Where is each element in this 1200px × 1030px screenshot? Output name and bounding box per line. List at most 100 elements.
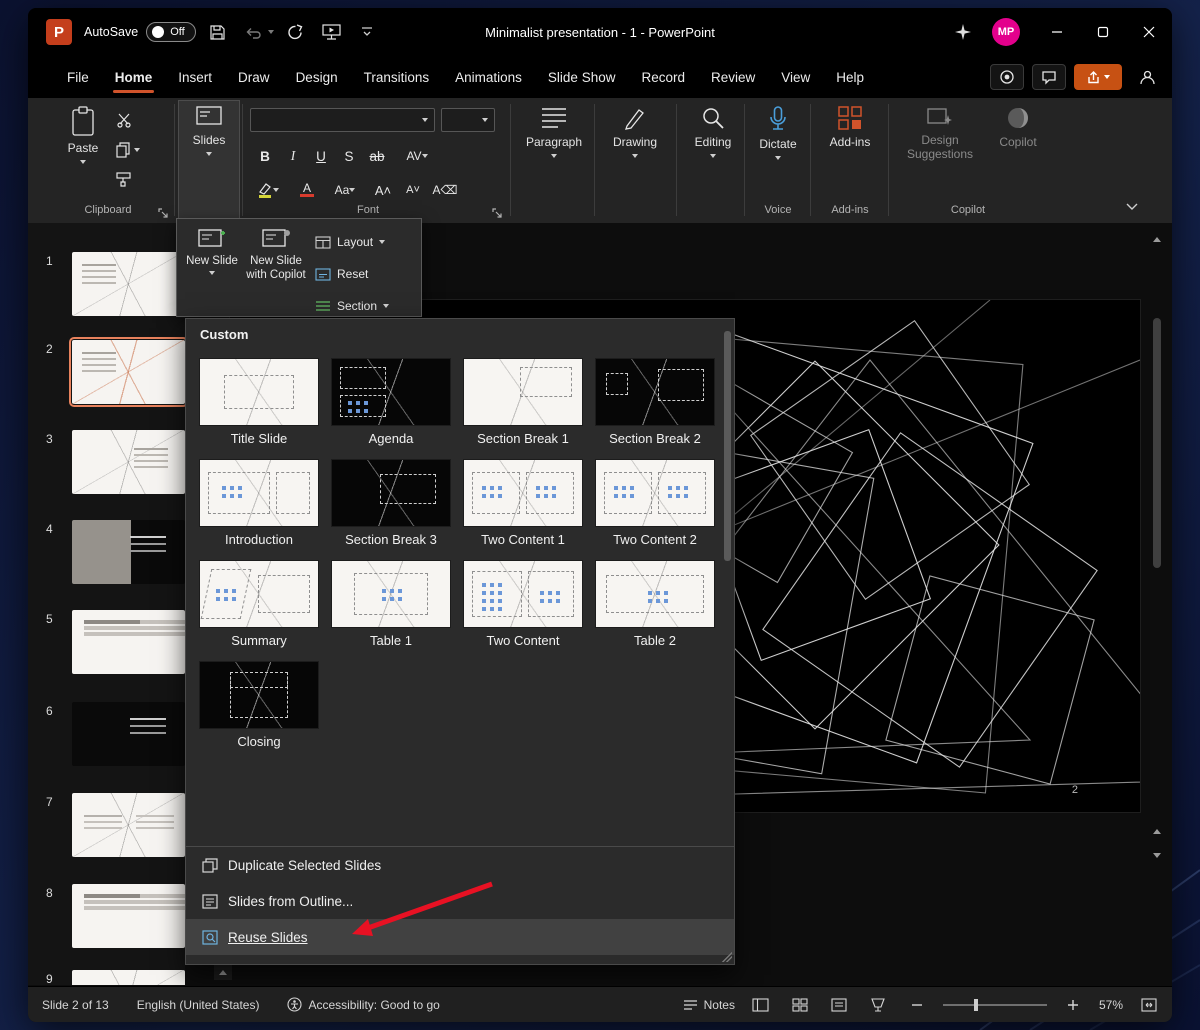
thumbnail-scroll-down-button[interactable] bbox=[214, 964, 232, 980]
accessibility-checker[interactable]: Accessibility: Good to go bbox=[273, 997, 453, 1012]
tab-design[interactable]: Design bbox=[283, 56, 351, 98]
layout-section-break-3[interactable]: Section Break 3 bbox=[332, 460, 450, 547]
tab-animations[interactable]: Animations bbox=[442, 56, 535, 98]
character-spacing-button[interactable]: AV bbox=[400, 144, 434, 168]
slides-from-outline-menuitem[interactable]: Slides from Outline... bbox=[186, 883, 734, 919]
layout-table-1[interactable]: Table 1 bbox=[332, 561, 450, 648]
scroll-up-button[interactable] bbox=[1150, 230, 1164, 248]
strikethrough-button[interactable]: ab bbox=[364, 144, 390, 168]
slide-thumbnail-selected[interactable] bbox=[72, 340, 185, 404]
copilot-button[interactable]: Copilot bbox=[990, 106, 1046, 149]
close-button[interactable] bbox=[1126, 8, 1172, 56]
drawing-button[interactable]: Drawing bbox=[604, 106, 666, 158]
design-suggestions-button[interactable]: Design Suggestions bbox=[900, 106, 980, 162]
presenter-coach-button[interactable] bbox=[1130, 64, 1164, 90]
format-painter-button[interactable] bbox=[116, 172, 132, 187]
font-size-combobox[interactable] bbox=[441, 108, 495, 132]
underline-button[interactable]: U bbox=[308, 144, 334, 168]
vertical-scrollbar[interactable] bbox=[1150, 230, 1164, 930]
share-button[interactable] bbox=[1074, 64, 1122, 90]
change-case-button[interactable]: Aa bbox=[328, 178, 362, 202]
slide-sorter-view-button[interactable] bbox=[787, 993, 813, 1017]
zoom-out-button[interactable] bbox=[904, 993, 930, 1017]
zoom-in-button[interactable] bbox=[1060, 993, 1086, 1017]
gallery-scrollbar[interactable] bbox=[723, 325, 732, 840]
highlight-color-button[interactable] bbox=[252, 178, 284, 202]
slide-thumbnail[interactable] bbox=[72, 520, 185, 584]
layout-menu-button[interactable]: Layout bbox=[315, 235, 385, 249]
tab-file[interactable]: File bbox=[54, 56, 102, 98]
decrease-font-size-button[interactable]: A˅ bbox=[400, 178, 426, 202]
slide-thumbnail[interactable] bbox=[72, 702, 185, 766]
language-selector[interactable]: English (United States) bbox=[123, 998, 274, 1012]
slide-thumbnail[interactable] bbox=[72, 610, 185, 674]
copy-button[interactable] bbox=[116, 142, 140, 158]
reset-menu-button[interactable]: Reset bbox=[315, 267, 368, 281]
new-slide-with-copilot-button[interactable]: New Slide with Copilot bbox=[243, 227, 309, 283]
layout-two-content-1[interactable]: Two Content 1 bbox=[464, 460, 582, 547]
layout-closing[interactable]: Closing bbox=[200, 662, 318, 749]
layout-agenda[interactable]: Agenda bbox=[332, 359, 450, 446]
comments-button[interactable] bbox=[1032, 64, 1066, 90]
record-button[interactable] bbox=[990, 64, 1024, 90]
editing-button[interactable]: Editing bbox=[684, 106, 742, 158]
slide-thumbnail[interactable] bbox=[72, 793, 185, 857]
layout-two-content[interactable]: Two Content bbox=[464, 561, 582, 648]
start-presentation-button[interactable] bbox=[316, 17, 346, 47]
save-button[interactable] bbox=[202, 17, 232, 47]
layout-title-slide[interactable]: Title Slide bbox=[200, 359, 318, 446]
tab-review[interactable]: Review bbox=[698, 56, 768, 98]
paragraph-button[interactable]: Paragraph bbox=[520, 106, 588, 158]
undo-button[interactable] bbox=[238, 17, 268, 47]
tab-home[interactable]: Home bbox=[102, 56, 166, 98]
maximize-button[interactable] bbox=[1080, 8, 1126, 56]
font-dialog-launcher[interactable] bbox=[492, 206, 503, 224]
clipboard-dialog-launcher[interactable] bbox=[158, 206, 169, 224]
collapse-ribbon-button[interactable] bbox=[1126, 198, 1138, 216]
redo-button[interactable] bbox=[280, 17, 310, 47]
tab-view[interactable]: View bbox=[768, 56, 823, 98]
reuse-slides-menuitem[interactable]: Reuse Slides bbox=[186, 919, 734, 955]
zoom-slider-knob[interactable] bbox=[974, 999, 978, 1011]
cut-button[interactable] bbox=[116, 112, 132, 128]
layout-section-break-2[interactable]: Section Break 2 bbox=[596, 359, 714, 446]
new-slide-button[interactable]: New Slide bbox=[185, 227, 239, 275]
zoom-level[interactable]: 57% bbox=[1099, 998, 1123, 1012]
tab-draw[interactable]: Draw bbox=[225, 56, 283, 98]
bold-button[interactable]: B bbox=[252, 144, 278, 168]
layout-section-break-1[interactable]: Section Break 1 bbox=[464, 359, 582, 446]
dictate-button[interactable]: Dictate bbox=[750, 106, 806, 160]
layout-summary[interactable]: Summary bbox=[200, 561, 318, 648]
search-sparkle-button[interactable] bbox=[948, 17, 978, 47]
layout-table-2[interactable]: Table 2 bbox=[596, 561, 714, 648]
account-avatar[interactable]: MP bbox=[992, 18, 1020, 46]
slide-thumbnail[interactable] bbox=[72, 252, 185, 316]
minimize-button[interactable] bbox=[1034, 8, 1080, 56]
slides-button[interactable]: Slides bbox=[182, 106, 236, 156]
tab-slide-show[interactable]: Slide Show bbox=[535, 56, 629, 98]
powerpoint-logo-icon[interactable]: P bbox=[46, 19, 72, 45]
gallery-resize-grip[interactable] bbox=[722, 952, 732, 962]
increase-font-size-button[interactable]: A˄ bbox=[370, 178, 396, 202]
slide-thumbnail[interactable] bbox=[72, 970, 185, 985]
paste-button[interactable]: Paste bbox=[58, 106, 108, 164]
normal-view-button[interactable] bbox=[748, 993, 774, 1017]
duplicate-selected-slides-menuitem[interactable]: Duplicate Selected Slides bbox=[186, 847, 734, 883]
slide-counter[interactable]: Slide 2 of 13 bbox=[28, 998, 123, 1012]
font-color-button[interactable]: A bbox=[292, 178, 322, 202]
addins-button[interactable]: Add-ins bbox=[818, 106, 882, 149]
tab-insert[interactable]: Insert bbox=[165, 56, 225, 98]
font-name-combobox[interactable] bbox=[250, 108, 435, 132]
layout-introduction[interactable]: Introduction bbox=[200, 460, 318, 547]
section-menu-button[interactable]: Section bbox=[315, 299, 389, 313]
quick-access-toolbar-chevron[interactable] bbox=[352, 17, 382, 47]
tab-record[interactable]: Record bbox=[628, 56, 698, 98]
autosave-toggle[interactable]: Off bbox=[146, 22, 196, 42]
zoom-slider[interactable] bbox=[943, 1004, 1047, 1006]
italic-button[interactable]: I bbox=[280, 144, 306, 168]
layout-two-content-2[interactable]: Two Content 2 bbox=[596, 460, 714, 547]
tab-help[interactable]: Help bbox=[823, 56, 877, 98]
text-shadow-button[interactable]: S bbox=[336, 144, 362, 168]
undo-menu-chevron-icon[interactable] bbox=[268, 30, 274, 34]
slide-thumbnail[interactable] bbox=[72, 884, 185, 948]
